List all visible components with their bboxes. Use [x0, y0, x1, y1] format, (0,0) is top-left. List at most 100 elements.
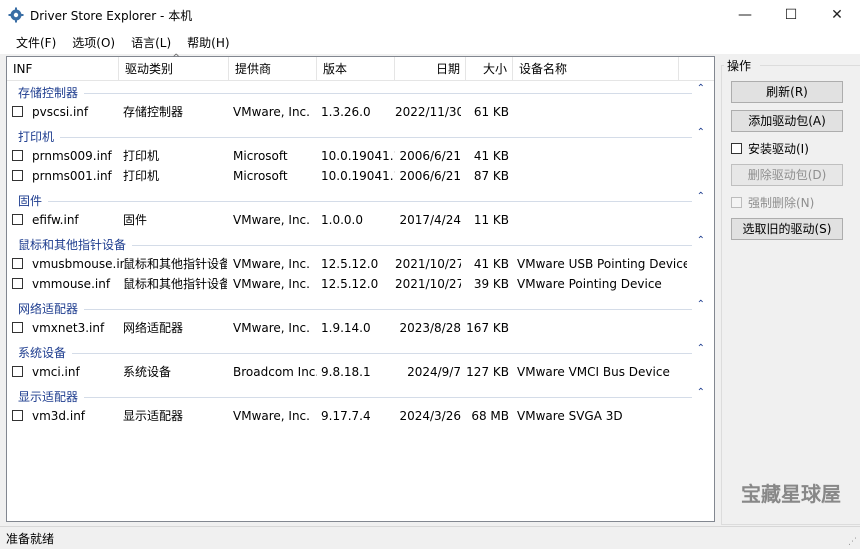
collapse-group-icon[interactable]: ⌃	[697, 191, 705, 202]
row-checkbox[interactable]	[12, 214, 23, 225]
cell-inf: vmusbmouse.inf	[32, 257, 124, 271]
table-row[interactable]: prnms001.inf 打印机 Microsoft 10.0.19041.1 2006…	[7, 166, 714, 186]
maximize-button[interactable]: ☐	[768, 0, 814, 30]
driver-list[interactable]: INF 驱动类别 ^ 提供商 版本 日期 大小 设备名称 存储控制器 ⌃ pvscs…	[6, 53, 715, 522]
collapse-group-icon[interactable]: ⌃	[697, 387, 705, 398]
title-bar: Driver Store Explorer - 本机 — ☐ ✕	[0, 0, 860, 30]
row-checkbox[interactable]	[12, 410, 23, 421]
column-device-name[interactable]: 设备名称	[513, 57, 679, 81]
column-size[interactable]: 大小	[466, 57, 513, 81]
collapse-group-icon[interactable]: ⌃	[697, 299, 705, 310]
cell-provider: Microsoft	[233, 169, 288, 183]
menu-file[interactable]: 文件(F)	[8, 34, 64, 51]
cell-date: 2017/4/24	[399, 213, 461, 227]
cell-inf: pvscsi.inf	[32, 105, 89, 119]
cell-inf: vm3d.inf	[32, 409, 86, 423]
cell-class: 打印机	[123, 169, 160, 183]
cell-device: VMware VMCI Bus Device	[517, 365, 670, 379]
table-row[interactable]: pvscsi.inf 存储控制器 VMware, Inc. 1.3.26.0 2022/…	[7, 102, 714, 122]
force-delete-checkbox[interactable]: 强制删除(N)	[731, 194, 814, 210]
operations-panel: 操作 刷新(R) 添加驱动包(A) 安装驱动(I) 删除驱动包(D) 强制删除(…	[721, 54, 860, 525]
group-label: 固件	[18, 192, 49, 209]
collapse-group-icon[interactable]: ⌃	[697, 235, 705, 246]
group-divider	[18, 201, 692, 202]
row-checkbox[interactable]	[12, 106, 23, 117]
resize-grip-icon[interactable]: ⋰	[848, 537, 858, 547]
cell-version: 10.0.19041.1	[321, 169, 395, 183]
cell-device	[517, 146, 687, 166]
add-driver-button[interactable]: 添加驱动包(A)	[731, 110, 843, 132]
status-bar: 准备就绪 ⋰	[0, 526, 860, 549]
collapse-group-icon[interactable]: ⌃	[697, 127, 705, 138]
cell-size: 68 MB	[471, 409, 509, 423]
row-checkbox[interactable]	[12, 278, 23, 289]
menu-options[interactable]: 选项(O)	[64, 34, 123, 51]
cell-device	[517, 210, 687, 230]
cell-provider: Microsoft	[233, 149, 288, 163]
install-driver-label: 安装驱动(I)	[748, 141, 809, 156]
cell-device	[517, 102, 687, 122]
refresh-button[interactable]: 刷新(R)	[731, 81, 843, 103]
table-row[interactable]: prnms009.inf 打印机 Microsoft 10.0.19041.1 2006…	[7, 146, 714, 166]
group-divider	[18, 309, 692, 310]
cell-device: VMware Pointing Device	[517, 277, 662, 291]
table-row[interactable]: vmusbmouse.inf 鼠标和其他指针设备 VMware, Inc. 12.5.…	[7, 254, 714, 274]
column-provider[interactable]: 提供商	[229, 57, 317, 81]
row-checkbox[interactable]	[12, 150, 23, 161]
group-header[interactable]: 存储控制器 ⌃	[7, 82, 714, 102]
cell-size: 39 KB	[473, 277, 509, 291]
group-header[interactable]: 固件 ⌃	[7, 190, 714, 210]
cell-provider: VMware, Inc.	[233, 277, 310, 291]
menu-help[interactable]: 帮助(H)	[179, 34, 237, 51]
cell-date: 2022/11/30	[395, 105, 461, 119]
group-header[interactable]: 打印机 ⌃	[7, 126, 714, 146]
cell-version: 12.5.12.0	[321, 277, 379, 291]
cell-date: 2024/9/7	[407, 365, 461, 379]
row-checkbox[interactable]	[12, 170, 23, 181]
group-header[interactable]: 鼠标和其他指针设备 ⌃	[7, 234, 714, 254]
row-checkbox[interactable]	[12, 322, 23, 333]
cell-inf: prnms001.inf	[32, 169, 112, 183]
group-label: 网络适配器	[18, 300, 85, 317]
menu-language[interactable]: 语言(L)	[123, 34, 179, 51]
cell-version: 1.9.14.0	[321, 321, 371, 335]
install-driver-checkbox[interactable]: 安装驱动(I)	[731, 140, 809, 156]
group-header[interactable]: 显示适配器 ⌃	[7, 386, 714, 406]
column-date[interactable]: 日期	[395, 57, 466, 81]
cell-date: 2021/10/27	[395, 277, 461, 291]
cell-date: 2021/10/27	[395, 257, 461, 271]
group-header[interactable]: 系统设备 ⌃	[7, 342, 714, 362]
table-row[interactable]: vmxnet3.inf 网络适配器 VMware, Inc. 1.9.14.0 2023…	[7, 318, 714, 338]
column-class-label: 驱动类别	[125, 62, 174, 76]
column-version[interactable]: 版本	[317, 57, 395, 81]
close-button[interactable]: ✕	[814, 0, 860, 30]
force-delete-checkbox-box[interactable]	[731, 196, 742, 208]
menu-bar: 文件(F) 选项(O) 语言(L) 帮助(H)	[0, 30, 860, 54]
cell-device: VMware SVGA 3D	[517, 409, 623, 423]
table-row[interactable]: vm3d.inf 显示适配器 VMware, Inc. 9.17.7.4 2024/3/…	[7, 406, 714, 426]
minimize-button[interactable]: —	[722, 0, 768, 30]
cell-version: 10.0.19041.1	[321, 149, 395, 163]
collapse-group-icon[interactable]: ⌃	[697, 343, 705, 354]
cell-date: 2006/6/21	[399, 169, 461, 183]
cell-size: 167 KB	[466, 321, 509, 335]
cell-class: 鼠标和其他指针设备	[123, 257, 227, 271]
table-row[interactable]: vmci.inf 系统设备 Broadcom Inc. 9.8.18.1 2024/9/…	[7, 362, 714, 382]
row-checkbox[interactable]	[12, 258, 23, 269]
column-inf[interactable]: INF	[7, 57, 119, 81]
collapse-group-icon[interactable]: ⌃	[697, 83, 705, 94]
table-row[interactable]: efifw.inf 固件 VMware, Inc. 1.0.0.0 2017/4/24 1…	[7, 210, 714, 230]
cell-class: 固件	[123, 213, 148, 227]
cell-inf: vmci.inf	[32, 365, 80, 379]
cell-class: 显示适配器	[123, 409, 184, 423]
select-old-drivers-button[interactable]: 选取旧的驱动(S)	[731, 218, 843, 240]
cell-class: 打印机	[123, 149, 160, 163]
cell-provider: VMware, Inc.	[233, 257, 310, 271]
delete-driver-button[interactable]: 删除驱动包(D)	[731, 164, 843, 186]
group-label: 存储控制器	[18, 84, 85, 101]
install-driver-checkbox-box[interactable]	[731, 142, 742, 154]
group-label: 系统设备	[18, 344, 73, 361]
table-row[interactable]: vmmouse.inf 鼠标和其他指针设备 VMware, Inc. 12.5.12.…	[7, 274, 714, 294]
row-checkbox[interactable]	[12, 366, 23, 377]
group-header[interactable]: 网络适配器 ⌃	[7, 298, 714, 318]
